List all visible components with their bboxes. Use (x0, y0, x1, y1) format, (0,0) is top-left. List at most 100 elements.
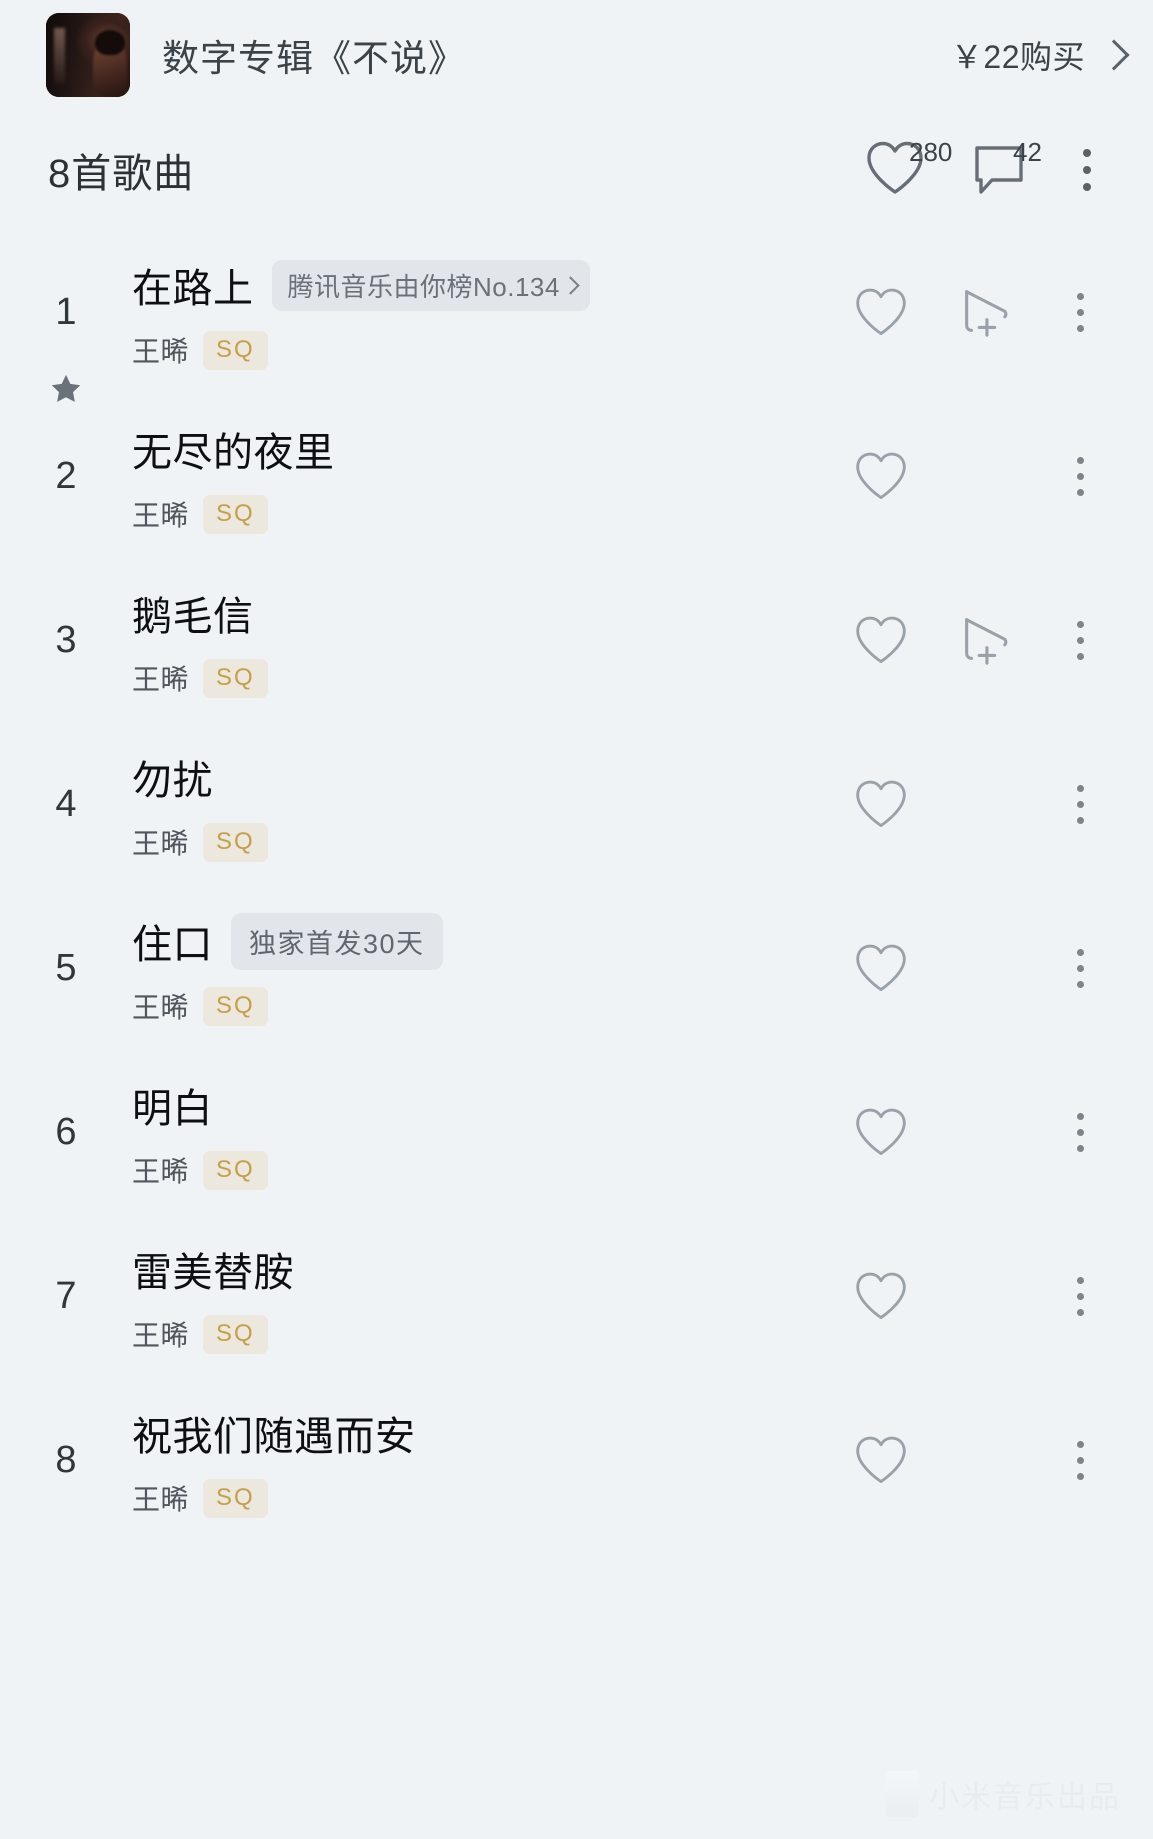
comment-button[interactable]: 42 (947, 133, 1051, 207)
song-index: 1 (55, 291, 77, 333)
song-meta-line: 王晞 SQ (132, 1314, 763, 1354)
audio-quality-badge: SQ (203, 1478, 268, 1518)
heart-icon (853, 942, 909, 994)
song-artist[interactable]: 王晞 (132, 330, 189, 370)
more-vertical-icon-dot (1076, 1112, 1084, 1120)
more-vertical-icon-dot (1076, 324, 1084, 332)
song-more-options-button[interactable] (1037, 1080, 1123, 1184)
song-more-options-button[interactable] (1037, 588, 1123, 692)
heart-icon (853, 450, 909, 502)
song-more-options-button[interactable] (1037, 260, 1123, 364)
song-row[interactable]: 5 住口 独家首发30天王晞 SQ (0, 886, 1153, 1050)
song-index: 3 (55, 619, 77, 661)
song-title: 鹅毛信 (132, 595, 254, 639)
song-row[interactable]: 6 明白 王晞 SQ (0, 1050, 1153, 1214)
play-next-add-icon (956, 612, 1014, 668)
song-exclusive-badge-label: 独家首发30天 (249, 928, 425, 959)
favorite-button[interactable] (829, 916, 933, 1020)
song-index-column: 5 (0, 949, 132, 987)
song-row[interactable]: 3 鹅毛信王晞 SQ (0, 558, 1153, 722)
song-actions (763, 260, 1123, 364)
song-meta-line: 王晞 SQ (132, 494, 763, 534)
album-price-label: ￥22购买 (950, 39, 1085, 75)
favorite-button[interactable] (829, 260, 933, 364)
add-to-playlist-button[interactable] (933, 588, 1037, 692)
more-vertical-icon-dot (1076, 456, 1084, 464)
heart-icon (853, 1270, 909, 1322)
song-title: 雷美替胺 (132, 1251, 294, 1295)
song-index: 7 (55, 1275, 77, 1317)
song-info: 明白 王晞 SQ (132, 1074, 763, 1190)
song-more-options-button[interactable] (1037, 1244, 1123, 1348)
song-title-line: 勿扰 (132, 748, 763, 806)
song-more-options-button[interactable] (1037, 424, 1123, 528)
song-info: 雷美替胺王晞 SQ (132, 1238, 763, 1354)
song-index: 2 (55, 455, 77, 497)
song-row[interactable]: 1 在路上 腾讯音乐由你榜No.134 王晞 SQ (0, 230, 1153, 402)
heart-icon (853, 778, 909, 830)
song-more-options-button[interactable] (1037, 1408, 1123, 1512)
audio-quality-badge: SQ (203, 822, 268, 862)
favorite-button[interactable] (829, 1080, 933, 1184)
more-vertical-icon-dot (1076, 948, 1084, 956)
song-row[interactable]: 7 雷美替胺王晞 SQ (0, 1214, 1153, 1378)
heart-icon (853, 1106, 909, 1158)
song-meta-line: 王晞 SQ (132, 1478, 763, 1518)
favorite-button[interactable] (829, 588, 933, 692)
song-title-line: 祝我们随遇而安 (132, 1404, 763, 1462)
song-artist[interactable]: 王晞 (132, 1478, 189, 1518)
song-actions (763, 1080, 1123, 1184)
more-vertical-icon-dot (1076, 1456, 1084, 1464)
song-actions (763, 1244, 1123, 1348)
more-vertical-icon-dot (1083, 149, 1091, 157)
song-meta-line: 王晞 SQ (132, 986, 763, 1026)
song-more-options-button[interactable] (1037, 916, 1123, 1020)
song-artist[interactable]: 王晞 (132, 822, 189, 862)
song-artist[interactable]: 王晞 (132, 658, 189, 698)
song-index-column: 4 (0, 785, 132, 823)
song-artist[interactable]: 王晞 (132, 1150, 189, 1190)
more-options-button[interactable] (1051, 133, 1123, 207)
song-index-column: 3 (0, 621, 132, 659)
album-purchase-action[interactable]: ￥22购买 (951, 32, 1123, 78)
song-artist[interactable]: 王晞 (132, 1314, 189, 1354)
song-row[interactable]: 4 勿扰王晞 SQ (0, 722, 1153, 886)
song-meta-line: 王晞 SQ (132, 658, 763, 698)
song-row[interactable]: 2 无尽的夜里 王晞 SQ (0, 394, 1153, 558)
more-vertical-icon-dot (1083, 166, 1091, 174)
album-cover-thumbnail[interactable] (46, 13, 130, 97)
audio-quality-badge: SQ (203, 1314, 268, 1354)
watermark: 小米音乐出品 (885, 1771, 1121, 1817)
album-cover-streak (54, 28, 66, 84)
more-vertical-icon-dot (1076, 1144, 1084, 1152)
song-artist[interactable]: 王晞 (132, 986, 189, 1026)
song-index-column: 6 (0, 1113, 132, 1151)
favorite-button[interactable] (829, 752, 933, 856)
favorite-button[interactable] (829, 1244, 933, 1348)
song-row[interactable]: 8 祝我们随遇而安 王晞 SQ (0, 1378, 1153, 1542)
favorite-button[interactable] (829, 424, 933, 528)
song-index: 6 (55, 1111, 77, 1153)
song-count-label: 8首歌曲 (48, 152, 195, 196)
song-title-line: 住口 独家首发30天 (132, 912, 763, 970)
song-more-options-button[interactable] (1037, 752, 1123, 856)
add-to-playlist-button[interactable] (933, 260, 1037, 364)
song-info: 勿扰王晞 SQ (132, 746, 763, 862)
audio-quality-badge: SQ (203, 330, 268, 370)
song-title: 勿扰 (132, 759, 213, 803)
song-artist[interactable]: 王晞 (132, 494, 189, 534)
album-promo-title: 数字专辑《不说》 (162, 38, 466, 79)
more-vertical-icon-dot (1076, 816, 1084, 824)
favorite-button[interactable] (829, 1408, 933, 1512)
song-index-column: 1 (0, 291, 132, 402)
more-vertical-icon-dot (1076, 636, 1084, 644)
song-title-line: 雷美替胺 (132, 1240, 763, 1298)
album-promo-bar[interactable]: 数字专辑《不说》 ￥22购买 (0, 0, 1153, 110)
like-button[interactable]: 280 (843, 133, 952, 207)
song-index-column: 7 (0, 1277, 132, 1315)
album-cover-image (46, 13, 130, 97)
song-actions (763, 752, 1123, 856)
song-rank-badge[interactable]: 腾讯音乐由你榜No.134 (271, 259, 590, 311)
song-index: 4 (55, 783, 77, 825)
header-action-group: 280 42 (843, 133, 1123, 207)
